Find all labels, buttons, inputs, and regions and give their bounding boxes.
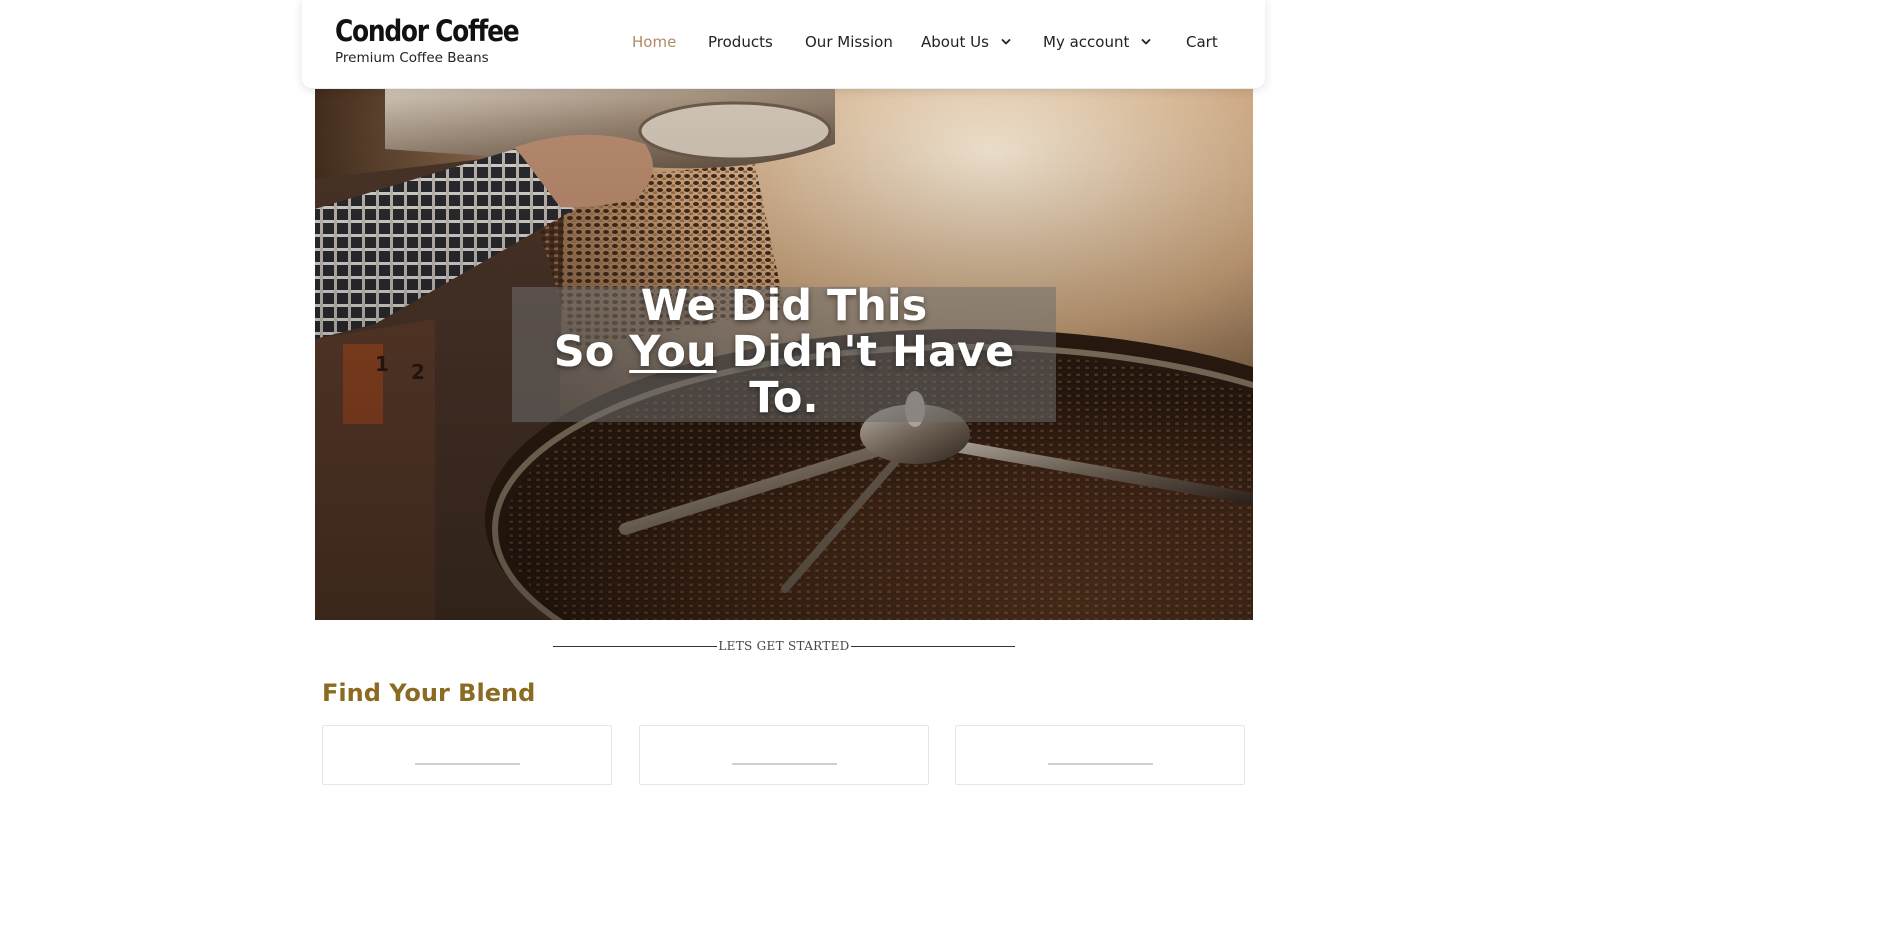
nav-home[interactable]: Home [632,33,676,51]
hero-line-1: We Did This [640,281,928,331]
hero-line-2-suffix: Didn't Have [716,327,1015,377]
blend-card[interactable] [639,725,929,785]
hero-banner: 1 2 We Did This So You Didn't Have To. [315,89,1253,620]
nav-about-us[interactable]: About Us [921,33,1011,51]
hero-line-3: To. [749,373,819,423]
nav-our-mission-label: Our Mission [805,33,893,51]
card-image-edge [1048,763,1153,765]
blend-card[interactable] [955,725,1245,785]
nav-cart[interactable]: Cart [1186,33,1218,51]
chevron-down-icon [1141,39,1151,45]
nav-my-account-label: My account [1043,33,1130,51]
divider-line-left [553,646,717,647]
section-title: Find Your Blend [322,679,536,707]
hero-line-2-emphasis: You [629,327,717,377]
main-nav: Home Products Our Mission About Us My ac… [302,0,1265,88]
chevron-down-icon [1001,39,1011,45]
hero-line-2-prefix: So [553,327,630,377]
nav-products[interactable]: Products [708,33,773,51]
nav-our-mission[interactable]: Our Mission [805,33,893,51]
blend-card[interactable] [322,725,612,785]
divider-line-right [851,646,1015,647]
hero-headline: We Did This So You Didn't Have To. [495,283,1073,421]
section-divider: LETS GET STARTED [553,638,1015,656]
nav-products-label: Products [708,33,773,51]
card-image-edge [732,763,837,765]
divider-label: LETS GET STARTED [718,639,850,653]
card-image-edge [415,763,520,765]
nav-my-account[interactable]: My account [1043,33,1151,51]
nav-cart-label: Cart [1186,33,1218,51]
site-header: Condor Coffee Premium Coffee Beans Home … [302,0,1265,88]
nav-about-us-label: About Us [921,33,989,51]
nav-home-label: Home [632,33,677,51]
